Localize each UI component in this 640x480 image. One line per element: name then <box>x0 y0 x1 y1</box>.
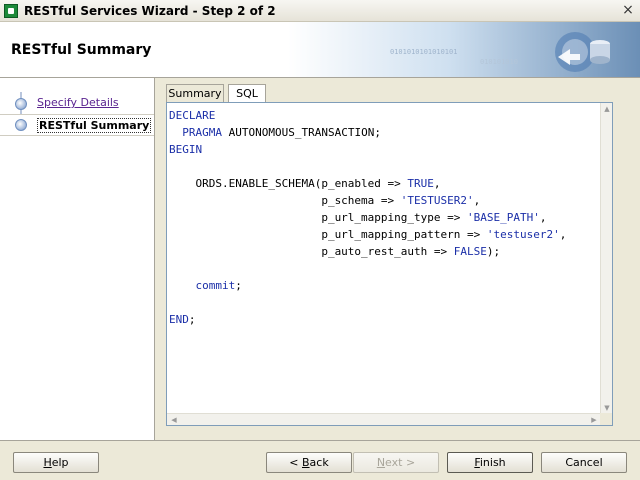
step-current-icon <box>15 119 27 131</box>
next-button-label: Next > <box>376 456 416 469</box>
sql-line: PRAGMA AUTONOMOUS_TRANSACTION; <box>182 126 381 139</box>
tab-summary[interactable]: Summary <box>166 84 224 102</box>
scroll-down-icon[interactable]: ▼ <box>602 404 612 412</box>
finish-button[interactable]: Finish <box>447 452 533 473</box>
sql-line: ​ <box>169 260 600 277</box>
cancel-button[interactable]: Cancel <box>541 452 627 473</box>
window-title: RESTful Services Wizard - Step 2 of 2 <box>24 4 276 18</box>
page-title: RESTful Summary <box>11 42 152 58</box>
sql-line: ORDS.ENABLE_SCHEMA(p_enabled => TRUE, <box>169 177 441 190</box>
app-icon <box>4 4 18 18</box>
sql-code[interactable]: DECLARE PRAGMA AUTONOMOUS_TRANSACTION; BE… <box>169 107 600 413</box>
sql-line: ​ <box>169 294 600 311</box>
scroll-right-icon[interactable]: ▶ <box>589 416 599 424</box>
sql-line: p_url_mapping_type => 'BASE_PATH', <box>169 211 547 224</box>
title-bar: RESTful Services Wizard - Step 2 of 2 × <box>0 0 640 22</box>
help-button-label: Help <box>43 456 69 469</box>
scroll-corner <box>600 413 612 425</box>
sql-editor[interactable]: DECLARE PRAGMA AUTONOMOUS_TRANSACTION; BE… <box>166 102 613 426</box>
tab-sql[interactable]: SQL <box>228 84 266 103</box>
horizontal-scrollbar[interactable]: ◀ ▶ <box>167 413 601 425</box>
decor-bits-2: 010101010 <box>480 58 518 66</box>
back-button[interactable]: < Back <box>266 452 352 473</box>
wizard-header: RESTful Summary 0101010101010101 0101010… <box>0 22 640 78</box>
finish-button-label: Finish <box>474 456 506 469</box>
footer-divider <box>0 440 640 441</box>
step-specify-details-label[interactable]: Specify Details <box>37 96 119 109</box>
help-button[interactable]: Help <box>13 452 99 473</box>
header-decor-image: 0101010101010101 010101010 <box>390 32 610 72</box>
sql-line: p_auto_rest_auth => FALSE); <box>169 245 501 258</box>
decor-bits-1: 0101010101010101 <box>390 48 457 56</box>
cancel-button-label: Cancel <box>565 456 603 469</box>
back-button-label: < Back <box>289 456 329 469</box>
sql-line: p_url_mapping_pattern => 'testuser2', <box>169 228 567 241</box>
sql-line: DECLARE <box>169 109 216 122</box>
next-button: Next > <box>353 452 439 473</box>
sql-line: END; <box>169 313 196 326</box>
step-restful-summary[interactable]: RESTful Summary <box>0 114 154 136</box>
step-specify-details[interactable]: Specify Details <box>0 94 154 116</box>
sql-line: commit; <box>195 279 242 292</box>
scroll-up-icon[interactable]: ▲ <box>602 105 612 113</box>
scroll-left-icon[interactable]: ◀ <box>169 416 179 424</box>
close-button[interactable]: × <box>620 3 636 19</box>
vertical-scrollbar[interactable]: ▲ ▼ <box>600 103 612 414</box>
step-restful-summary-label: RESTful Summary <box>37 118 152 133</box>
sql-line: p_schema => 'TESTUSER2', <box>169 194 481 207</box>
sql-line: BEGIN <box>169 143 203 156</box>
sql-line: ​ <box>169 158 600 175</box>
step-completed-icon <box>15 98 27 110</box>
wizard-steps-panel: Specify Details RESTful Summary <box>0 78 155 440</box>
